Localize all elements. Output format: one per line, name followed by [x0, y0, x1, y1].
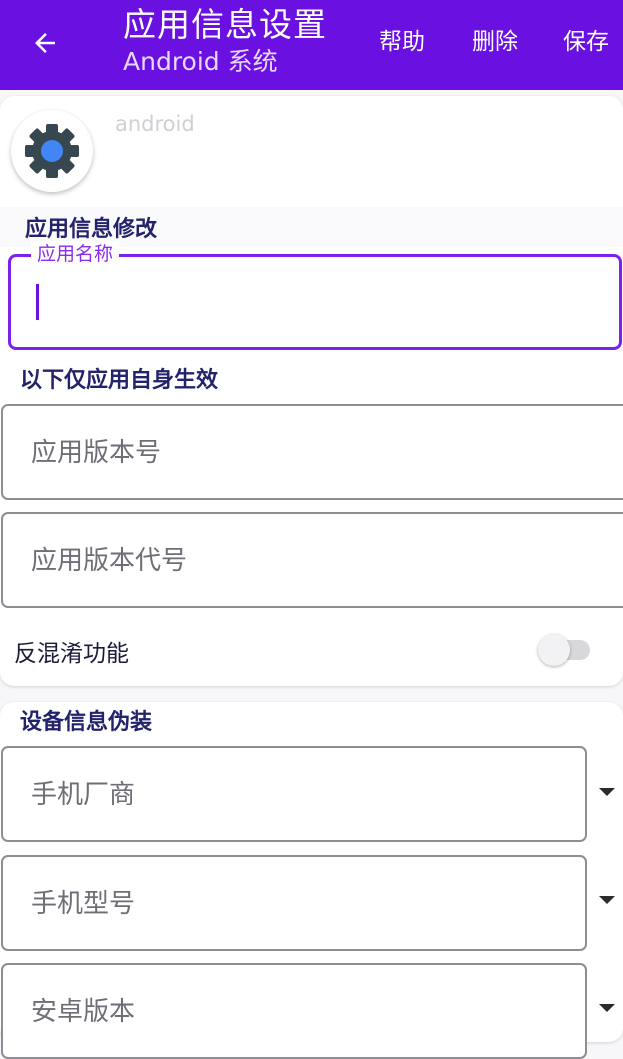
switch-thumb [538, 634, 570, 666]
android-version-field[interactable] [1, 963, 587, 1059]
app-name-field[interactable]: 应用名称 [8, 241, 622, 350]
arrow-left-icon [35, 33, 55, 53]
model-field[interactable] [1, 855, 587, 951]
version-code-field[interactable] [1, 512, 623, 608]
version-name-field[interactable] [1, 404, 623, 500]
text-cursor [36, 284, 39, 320]
page-title: 应用信息设置 [123, 5, 327, 44]
version-name-input[interactable] [29, 428, 549, 478]
caret-down-icon[interactable] [598, 894, 616, 906]
app-name-label: 应用名称 [31, 241, 120, 267]
anti-obfuscation-switch[interactable] [538, 634, 594, 666]
caret-down-icon[interactable] [598, 786, 616, 798]
section-title-self-only: 以下仅应用自身生效 [20, 368, 219, 393]
package-name: android [115, 112, 195, 136]
section-title-app-edit: 应用信息修改 [25, 217, 158, 242]
anti-obfuscation-label: 反混淆功能 [14, 641, 129, 667]
save-button[interactable]: 保存 [563, 26, 609, 58]
page-subtitle: Android 系统 [123, 47, 278, 76]
version-code-input[interactable] [29, 536, 549, 586]
app-icon [11, 110, 93, 192]
back-button[interactable] [20, 18, 70, 68]
model-input[interactable] [29, 879, 549, 929]
help-button[interactable]: 帮助 [379, 26, 425, 58]
section-title-device: 设备信息伪装 [20, 710, 153, 735]
caret-down-icon[interactable] [598, 1002, 616, 1014]
delete-button[interactable]: 删除 [472, 26, 518, 58]
app-bar: 应用信息设置 Android 系统 帮助 删除 保存 [0, 0, 623, 90]
manufacturer-input[interactable] [29, 770, 549, 820]
manufacturer-field[interactable] [1, 746, 587, 842]
app-name-input[interactable] [27, 279, 607, 325]
settings-gear-icon [25, 124, 79, 178]
title-block: 应用信息设置 Android 系统 [123, 4, 327, 78]
